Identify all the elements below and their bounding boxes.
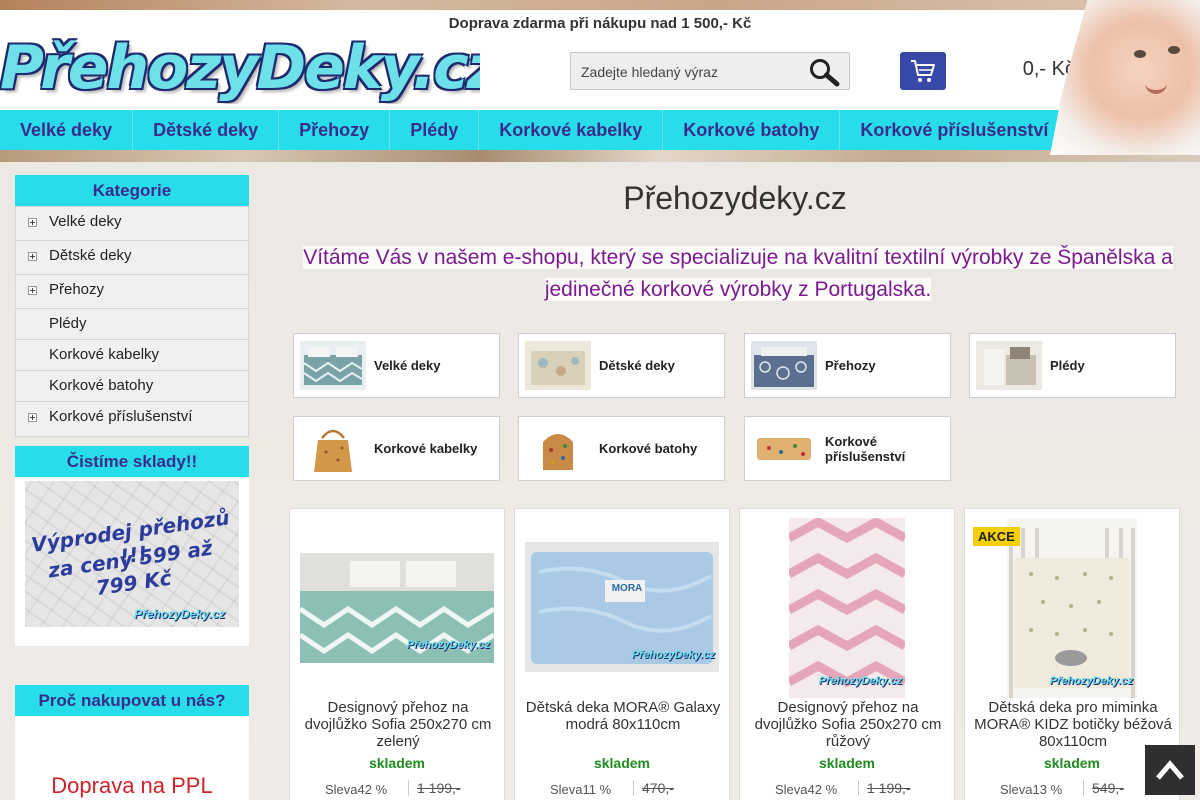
- cork-handbag-thumbnail: [300, 424, 366, 473]
- product-name[interactable]: Designový přehoz na dvojlůžko Sofia 250x…: [296, 699, 500, 750]
- product-card[interactable]: PřehozyDeky.cz Designový přehoz na dvojl…: [739, 508, 955, 800]
- expand-icon[interactable]: [28, 286, 37, 295]
- nav-item-prehozy[interactable]: Přehozy: [279, 110, 391, 150]
- old-price: 1 199,-: [858, 780, 911, 796]
- category-tile-pledy[interactable]: Plédy: [969, 333, 1176, 398]
- expand-icon[interactable]: [28, 413, 37, 422]
- watermark: PřehozyDeky.cz: [818, 675, 902, 687]
- main-content: Přehozydeky.cz Vítáme Vás v našem e-shop…: [270, 162, 1200, 800]
- why-us-text: Doprava na PPL: [51, 773, 213, 798]
- cart-button[interactable]: [900, 52, 946, 90]
- nav-item-korkove-kabelky[interactable]: Korkové kabelky: [479, 110, 664, 150]
- free-shipping-note: Doprava zdarma při nákupu nad 1 500,- Kč: [448, 15, 752, 32]
- discount-label: Sleva11 %: [550, 782, 612, 797]
- category-tile-label: Korkové batohy: [599, 441, 698, 456]
- sidebar-item-detske-deky[interactable]: Dětské deky: [16, 241, 248, 275]
- category-tile-label: Velké deky: [374, 358, 441, 373]
- category-tile-label: Přehozy: [825, 358, 876, 373]
- category-tile-prehozy[interactable]: Přehozy: [744, 333, 951, 398]
- top-decor-bar: [0, 0, 1200, 10]
- expand-icon[interactable]: [28, 252, 37, 261]
- scroll-to-top-button[interactable]: [1145, 745, 1195, 795]
- cart-total[interactable]: 0,- Kč: [1000, 58, 1075, 81]
- clearance-banner[interactable]: Výprodej přehozů !!! za ceny 599 až 799 …: [25, 481, 239, 627]
- sidebar-item-label: Korkové příslušenství: [49, 408, 193, 425]
- sidebar-item-label: Korkové kabelky: [49, 346, 160, 363]
- welcome-text: Vítáme Vás v našem e-shopu, který se spe…: [303, 246, 1173, 301]
- promo-heading: Čistíme sklady!!: [15, 446, 249, 477]
- product-image: [1007, 518, 1137, 698]
- discount-label: Sleva13 %: [1000, 782, 1063, 797]
- product-name[interactable]: Dětská deka MORA® Galaxy modrá 80x110cm: [521, 699, 725, 733]
- sidebar-item-korkove-prislusenstvi[interactable]: Korkové příslušenství: [16, 402, 248, 436]
- sidebar-item-label: Korkové batohy: [49, 377, 154, 394]
- sidebar-item-prehozy[interactable]: Přehozy: [16, 275, 248, 309]
- old-price: 549,-: [1083, 780, 1124, 796]
- category-tile-detske-deky[interactable]: Dětské deky: [518, 333, 725, 398]
- nav-item-pledy[interactable]: Plédy: [390, 110, 480, 150]
- cork-backpack-thumbnail: [525, 424, 591, 473]
- discount-label: Sleva42 %: [775, 782, 838, 797]
- sidebar-item-label: Velké deky: [49, 213, 122, 230]
- watermark: PřehozyDeky.cz: [406, 639, 490, 651]
- brand-label: MORA: [611, 583, 643, 594]
- why-us-heading: Proč nakupovat u nás?: [15, 685, 249, 716]
- sidebar-item-pledy[interactable]: Plédy: [16, 309, 248, 340]
- watermark: PřehozyDeky.cz: [1049, 675, 1133, 687]
- nav-item-velke-deky[interactable]: Velké deky: [0, 110, 134, 150]
- nav-item-korkove-prislusenstvi[interactable]: Korkové příslušenství: [840, 110, 1070, 150]
- site-logo[interactable]: PřehozyDeky.cz: [0, 32, 480, 104]
- nav-item-korkove-batohy[interactable]: Korkové batohy: [663, 110, 841, 150]
- product-name[interactable]: Designový přehoz na dvojlůžko Sofia 250x…: [746, 699, 950, 750]
- decor-strip: [0, 150, 1200, 162]
- cart-icon: [911, 60, 935, 82]
- category-tile-korkove-batohy[interactable]: Korkové batohy: [518, 416, 725, 481]
- old-price: 1 199,-: [408, 780, 461, 796]
- product-image: [789, 518, 905, 698]
- throw-thumbnail: [976, 341, 1042, 390]
- sidebar: Kategorie Velké deky Dětské deky Přehozy…: [15, 175, 249, 800]
- product-card[interactable]: PřehozyDeky.cz Designový přehoz na dvojl…: [289, 508, 505, 800]
- arrow-up-icon: [1156, 760, 1184, 780]
- category-tile-label: Dětské deky: [599, 358, 675, 373]
- category-tile-label: Korkové příslušenství: [825, 433, 906, 464]
- kids-blanket-thumbnail: [525, 341, 591, 390]
- discount-label: Sleva42 %: [325, 782, 388, 797]
- bed-thumbnail: [300, 341, 366, 390]
- sidebar-item-label: Dětské deky: [49, 247, 132, 264]
- watermark: PřehozyDeky.cz: [631, 649, 715, 661]
- sidebar-item-velke-deky[interactable]: Velké deky: [16, 207, 248, 241]
- promo-box: Čistíme sklady!! Výprodej přehozů !!! za…: [15, 446, 249, 646]
- nav-item-detske-deky[interactable]: Dětské deky: [133, 110, 280, 150]
- why-us-box: Proč nakupovat u nás? Doprava na PPL: [15, 685, 249, 800]
- sidebar-item-label: Plédy: [49, 315, 87, 332]
- sidebar-item-label: Přehozy: [49, 281, 105, 298]
- watermark: PřehozyDeky.cz: [134, 607, 225, 621]
- bedspread-thumbnail: [751, 341, 817, 390]
- sidebar-item-korkove-batohy[interactable]: Korkové batohy: [16, 371, 248, 402]
- categories-heading: Kategorie: [15, 175, 249, 206]
- stock-status: skladem: [818, 755, 876, 771]
- main-nav: Velké deky Dětské deky Přehozy Plédy Kor…: [0, 110, 1070, 150]
- search-box: [570, 52, 850, 90]
- sale-badge: AKCE: [973, 527, 1020, 546]
- stock-status: skladem: [368, 755, 426, 771]
- category-tile-label: Plédy: [1050, 358, 1085, 373]
- category-tile-korkove-kabelky[interactable]: Korkové kabelky: [293, 416, 500, 481]
- cork-wallet-thumbnail: [751, 424, 817, 473]
- product-name[interactable]: Dětská deka pro miminka MORA® KIDZ botič…: [971, 699, 1175, 750]
- page-title: Přehozydeky.cz: [623, 180, 847, 216]
- category-tile-label: Korkové kabelky: [374, 441, 478, 456]
- category-tile-velke-deky[interactable]: Velké deky: [293, 333, 500, 398]
- product-card[interactable]: MORA PřehozyDeky.cz Dětská deka MORA® Ga…: [514, 508, 730, 800]
- sidebar-item-korkove-kabelky[interactable]: Korkové kabelky: [16, 340, 248, 371]
- stock-status: skladem: [593, 755, 651, 771]
- old-price: 470,-: [633, 780, 674, 796]
- site-header: Doprava zdarma při nákupu nad 1 500,- Kč…: [0, 10, 1200, 110]
- category-list: Velké deky Dětské deky Přehozy Plédy Kor…: [15, 206, 249, 437]
- search-input[interactable]: [581, 60, 801, 84]
- search-icon[interactable]: [807, 57, 841, 87]
- category-tile-korkove-prislusenstvi[interactable]: Korkové příslušenství: [744, 416, 951, 481]
- expand-icon[interactable]: [28, 218, 37, 227]
